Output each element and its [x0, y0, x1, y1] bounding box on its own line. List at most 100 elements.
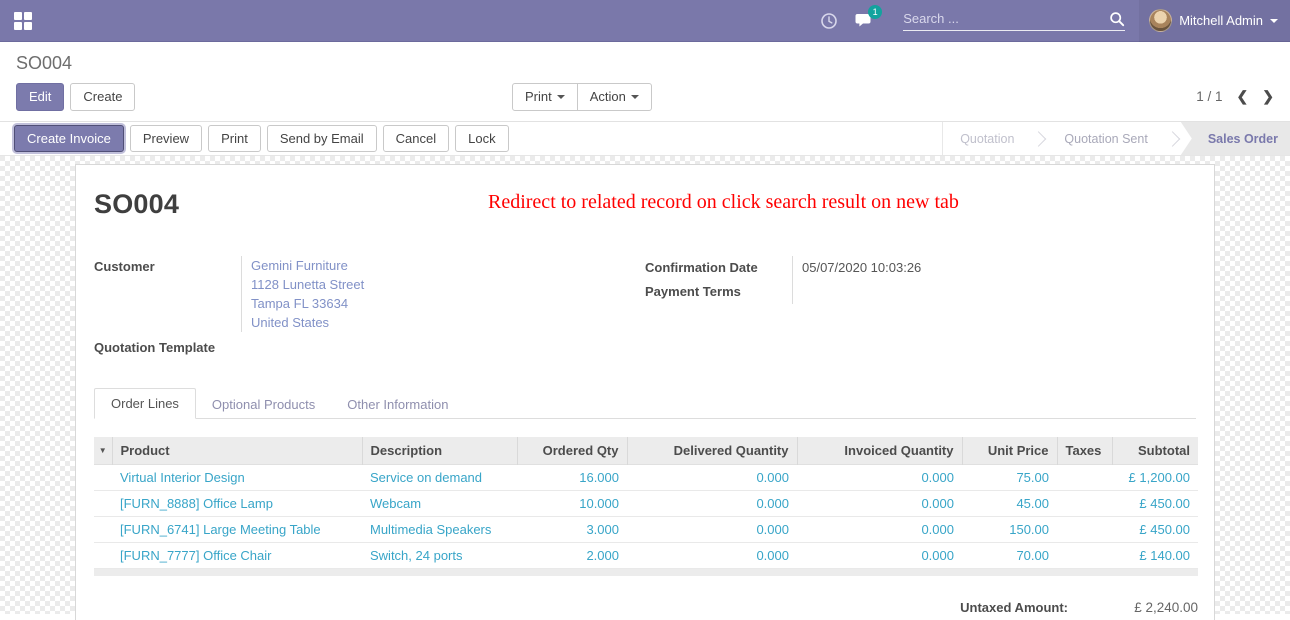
lock-button[interactable]: Lock — [455, 125, 508, 152]
cell-delivered-qty[interactable]: 0.000 — [627, 490, 797, 516]
col-delivered-quantity[interactable]: Delivered Quantity — [627, 437, 797, 464]
col-product[interactable]: Product — [112, 437, 362, 464]
confirmation-date-value: 05/07/2020 10:03:26 — [792, 256, 1196, 280]
messages-icon[interactable]: 1 — [847, 0, 883, 42]
cell-unit-price[interactable]: 70.00 — [962, 542, 1057, 568]
customer-label: Customer — [94, 256, 241, 332]
cell-unit-price[interactable]: 75.00 — [962, 464, 1057, 490]
top-navbar: 1 Mitchell Admin — [0, 0, 1290, 42]
cancel-button[interactable]: Cancel — [383, 125, 449, 152]
stage-arrow-icon — [1031, 122, 1047, 155]
cell-ordered-qty[interactable]: 16.000 — [517, 464, 627, 490]
print-dropdown-button[interactable]: Print — [512, 83, 578, 111]
cell-invoiced-qty[interactable]: 0.000 — [797, 542, 962, 568]
totals-block: Untaxed Amount: £ 2,240.00 — [94, 600, 1198, 620]
cell-invoiced-qty[interactable]: 0.000 — [797, 464, 962, 490]
cell-product[interactable]: Virtual Interior Design — [112, 464, 362, 490]
cell-delivered-qty[interactable]: 0.000 — [627, 516, 797, 542]
annotation-text: Redirect to related record on click sear… — [488, 191, 959, 214]
cell-invoiced-qty[interactable]: 0.000 — [797, 490, 962, 516]
cell-description[interactable]: Service on demand — [362, 464, 517, 490]
col-description[interactable]: Description — [362, 437, 517, 464]
customer-street[interactable]: 1128 Lunetta Street — [251, 275, 645, 294]
cell-product[interactable]: [FURN_7777] Office Chair — [112, 542, 362, 568]
untaxed-amount-label: Untaxed Amount: — [960, 600, 1068, 615]
col-invoiced-quantity[interactable]: Invoiced Quantity — [797, 437, 962, 464]
search-icon[interactable] — [1109, 11, 1125, 27]
table-row[interactable]: Virtual Interior Design Service on deman… — [94, 464, 1198, 490]
cell-ordered-qty[interactable]: 3.000 — [517, 516, 627, 542]
pager-count: 1 / 1 — [1196, 89, 1222, 104]
cell-taxes[interactable] — [1057, 490, 1112, 516]
stage-sales-order[interactable]: Sales Order — [1181, 122, 1290, 155]
status-pipeline: Quotation Quotation Sent Sales Order — [942, 122, 1290, 155]
cell-subtotal[interactable]: £ 1,200.00 — [1112, 464, 1198, 490]
table-row[interactable]: [FURN_8888] Office Lamp Webcam 10.000 0.… — [94, 490, 1198, 516]
preview-button[interactable]: Preview — [130, 125, 202, 152]
apps-menu-icon[interactable] — [0, 0, 46, 42]
cell-product[interactable]: [FURN_6741] Large Meeting Table — [112, 516, 362, 542]
tab-optional-products[interactable]: Optional Products — [196, 390, 331, 419]
cell-taxes[interactable] — [1057, 516, 1112, 542]
activities-clock-icon[interactable] — [811, 0, 847, 42]
cell-subtotal[interactable]: £ 450.00 — [1112, 516, 1198, 542]
action-dropdown-button[interactable]: Action — [577, 83, 652, 111]
pager-next-icon[interactable]: ❯ — [1262, 88, 1274, 105]
table-row[interactable]: [FURN_6741] Large Meeting Table Multimed… — [94, 516, 1198, 542]
cell-taxes[interactable] — [1057, 464, 1112, 490]
payment-terms-label: Payment Terms — [645, 280, 792, 304]
breadcrumb[interactable]: SO004 — [16, 51, 1274, 75]
cell-description[interactable]: Multimedia Speakers — [362, 516, 517, 542]
customer-value: Gemini Furniture 1128 Lunetta Street Tam… — [241, 256, 645, 332]
cell-product[interactable]: [FURN_8888] Office Lamp — [112, 490, 362, 516]
customer-city[interactable]: Tampa FL 33634 — [251, 294, 645, 313]
cell-invoiced-qty[interactable]: 0.000 — [797, 516, 962, 542]
tab-other-information[interactable]: Other Information — [331, 390, 464, 419]
col-unit-price[interactable]: Unit Price — [962, 437, 1057, 464]
send-by-email-button[interactable]: Send by Email — [267, 125, 377, 152]
avatar — [1149, 9, 1172, 32]
stage-quotation[interactable]: Quotation — [943, 122, 1031, 155]
global-search — [903, 11, 1125, 31]
customer-name-link[interactable]: Gemini Furniture — [251, 256, 645, 275]
edit-button[interactable]: Edit — [16, 83, 64, 111]
cell-delivered-qty[interactable]: 0.000 — [627, 464, 797, 490]
chevron-down-icon — [1270, 19, 1278, 23]
cell-description[interactable]: Switch, 24 ports — [362, 542, 517, 568]
untaxed-amount-value: £ 2,240.00 — [1068, 600, 1198, 615]
cell-ordered-qty[interactable]: 2.000 — [517, 542, 627, 568]
payment-terms-value — [792, 280, 1196, 304]
stage-quotation-sent[interactable]: Quotation Sent — [1047, 122, 1164, 155]
chevron-down-icon — [631, 95, 639, 99]
search-input[interactable] — [903, 11, 1109, 26]
col-subtotal[interactable]: Subtotal — [1112, 437, 1198, 464]
cell-taxes[interactable] — [1057, 542, 1112, 568]
col-ordered-qty[interactable]: Ordered Qty — [517, 437, 627, 464]
customer-country[interactable]: United States — [251, 313, 645, 332]
table-row[interactable]: [FURN_7777] Office Chair Switch, 24 port… — [94, 542, 1198, 568]
column-toggle-icon[interactable]: ▼ — [94, 437, 112, 464]
field-group-left: Customer Gemini Furniture 1128 Lunetta S… — [94, 256, 645, 357]
pager: 1 / 1 ❮ ❯ — [1196, 88, 1274, 105]
quotation-template-value — [241, 337, 645, 357]
statusbar: Create Invoice Preview Print Send by Ema… — [0, 122, 1290, 156]
order-lines-table: ▼ Product Description Ordered Qty Delive… — [94, 437, 1196, 576]
user-name: Mitchell Admin — [1179, 13, 1263, 28]
create-button[interactable]: Create — [70, 83, 135, 111]
cell-delivered-qty[interactable]: 0.000 — [627, 542, 797, 568]
cell-unit-price[interactable]: 150.00 — [962, 516, 1057, 542]
user-menu[interactable]: Mitchell Admin — [1139, 0, 1290, 42]
cell-description[interactable]: Webcam — [362, 490, 517, 516]
chevron-down-icon — [557, 95, 565, 99]
cell-subtotal[interactable]: £ 140.00 — [1112, 542, 1198, 568]
notebook-tabs: Order Lines Optional Products Other Info… — [94, 387, 1196, 419]
cell-unit-price[interactable]: 45.00 — [962, 490, 1057, 516]
tab-order-lines[interactable]: Order Lines — [94, 388, 196, 419]
table-header-row: ▼ Product Description Ordered Qty Delive… — [94, 437, 1198, 464]
pager-previous-icon[interactable]: ❮ — [1237, 88, 1249, 105]
cell-ordered-qty[interactable]: 10.000 — [517, 490, 627, 516]
col-taxes[interactable]: Taxes — [1057, 437, 1112, 464]
cell-subtotal[interactable]: £ 450.00 — [1112, 490, 1198, 516]
create-invoice-button[interactable]: Create Invoice — [14, 125, 124, 152]
print-button[interactable]: Print — [208, 125, 261, 152]
